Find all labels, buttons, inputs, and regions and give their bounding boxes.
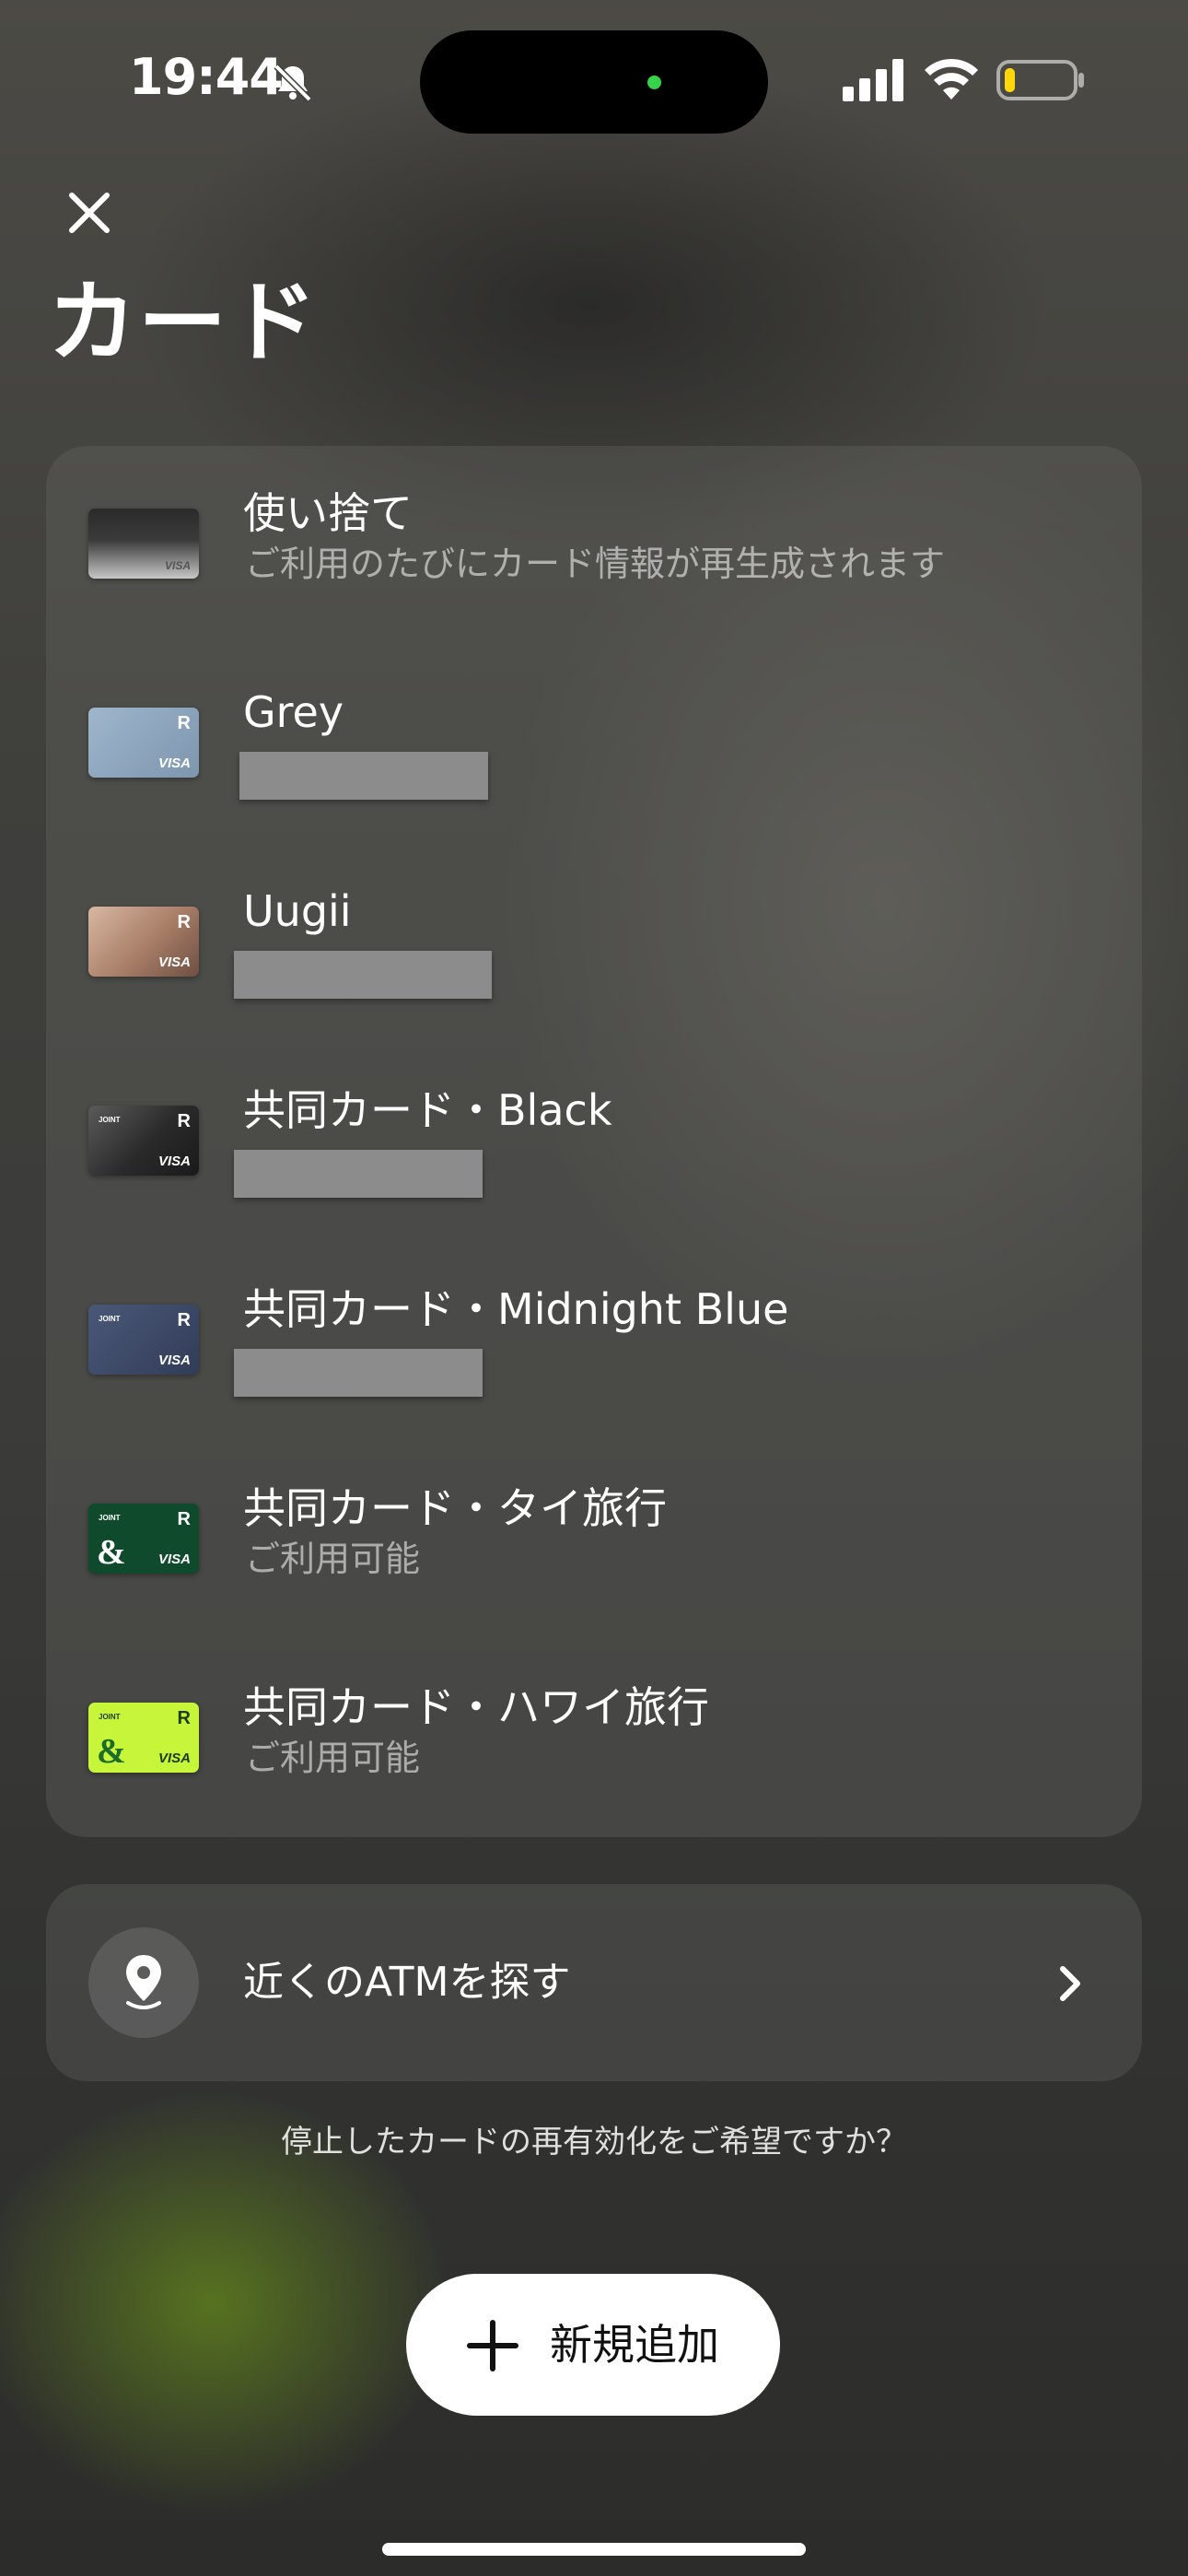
redacted-card-number — [234, 1150, 483, 1198]
redacted-card-number — [239, 752, 488, 800]
visa-logo: VISA — [157, 755, 191, 771]
bell-slash-icon — [274, 64, 312, 102]
find-atm-button[interactable]: 近くのATMを探す — [46, 1884, 1142, 2081]
card-name: 使い捨て — [243, 488, 413, 538]
card-thumbnail-joint-black: JOINT R VISA — [88, 1106, 199, 1176]
status-time: 19:44 — [129, 48, 284, 106]
card-name: 共同カード・ハワイ旅行 — [243, 1682, 709, 1732]
joint-label: JOINT — [99, 1713, 121, 1721]
battery-low-icon — [996, 60, 1084, 100]
card-row-joint-black[interactable]: JOINT R VISA 共同カード・Black — [46, 1043, 1142, 1242]
revolut-logo: R — [177, 713, 191, 733]
close-button[interactable] — [57, 181, 122, 245]
camera-indicator-dot — [647, 76, 661, 89]
card-subtitle: ご利用可能 — [245, 1738, 421, 1778]
atm-icon-circle — [88, 1927, 199, 2038]
revolut-logo: R — [177, 1509, 191, 1529]
redacted-card-number — [234, 951, 492, 999]
revolut-logo: R — [177, 912, 191, 932]
card-row-grey[interactable]: R VISA Grey — [46, 645, 1142, 844]
card-thumbnail-disposable: VISA — [88, 509, 199, 579]
card-row-joint-thai-trip[interactable]: JOINT R & VISA 共同カード・タイ旅行 ご利用可能 — [46, 1441, 1142, 1640]
map-pin-icon — [126, 1955, 161, 2009]
card-name: Grey — [243, 687, 344, 737]
card-subtitle: ご利用のたびにカード情報が再生成されます — [245, 544, 946, 584]
page-title: カード — [48, 271, 319, 374]
visa-logo: VISA — [157, 1751, 191, 1766]
card-thumbnail-grey: R VISA — [88, 708, 199, 778]
revolut-logo: R — [177, 1708, 191, 1728]
home-indicator[interactable] — [382, 2543, 806, 2556]
card-thumbnail-joint-green: JOINT R & VISA — [88, 1504, 199, 1574]
joint-label: JOINT — [99, 1315, 121, 1323]
card-name: 共同カード・Black — [243, 1085, 612, 1135]
visa-logo: VISA — [157, 1352, 191, 1368]
visa-logo: VISA — [157, 954, 191, 970]
ampersand-logo: & — [97, 1732, 126, 1771]
joint-label: JOINT — [99, 1514, 121, 1522]
dynamic-island — [420, 30, 768, 134]
visa-logo: VISA — [157, 1153, 191, 1169]
visa-logo: VISA — [157, 1551, 191, 1567]
atm-label: 近くのATMを探す — [243, 1959, 571, 2006]
status-bar: 19:44 — [0, 0, 1188, 157]
card-row-joint-hawaii-trip[interactable]: JOINT R & VISA 共同カード・ハワイ旅行 ご利用可能 — [46, 1640, 1142, 1839]
reactivate-card-link[interactable]: 停止したカードの再有効化をご希望ですか？ — [0, 2119, 1188, 2165]
revolut-logo: R — [177, 1111, 191, 1131]
card-thumbnail-bronze: R VISA — [88, 907, 199, 977]
revolut-logo: R — [177, 1310, 191, 1330]
plus-icon — [467, 2320, 518, 2371]
card-thumbnail-joint-midnight-blue: JOINT R VISA — [88, 1305, 199, 1375]
card-thumbnail-joint-lime: JOINT R & VISA — [88, 1703, 199, 1773]
card-name: Uugii — [243, 886, 352, 936]
card-name: 共同カード・タイ旅行 — [243, 1483, 667, 1533]
redacted-card-number — [234, 1349, 483, 1397]
card-row-uugii[interactable]: R VISA Uugii — [46, 844, 1142, 1043]
card-subtitle: ご利用可能 — [245, 1539, 421, 1579]
ampersand-logo: & — [97, 1533, 126, 1572]
visa-logo: VISA — [164, 559, 191, 572]
wifi-icon — [925, 58, 978, 100]
card-name: 共同カード・Midnight Blue — [243, 1284, 789, 1334]
card-row-disposable[interactable]: VISA 使い捨て ご利用のたびにカード情報が再生成されます — [46, 446, 1142, 645]
signal-icon — [843, 59, 903, 101]
add-new-label: 新規追加 — [550, 2320, 719, 2370]
chevron-right-icon — [1060, 1966, 1080, 2001]
card-row-joint-midnight-blue[interactable]: JOINT R VISA 共同カード・Midnight Blue — [46, 1242, 1142, 1441]
add-new-card-button[interactable]: 新規追加 — [406, 2274, 780, 2416]
joint-label: JOINT — [99, 1116, 121, 1124]
card-list: VISA 使い捨て ご利用のたびにカード情報が再生成されます R VISA Gr… — [46, 446, 1142, 1837]
